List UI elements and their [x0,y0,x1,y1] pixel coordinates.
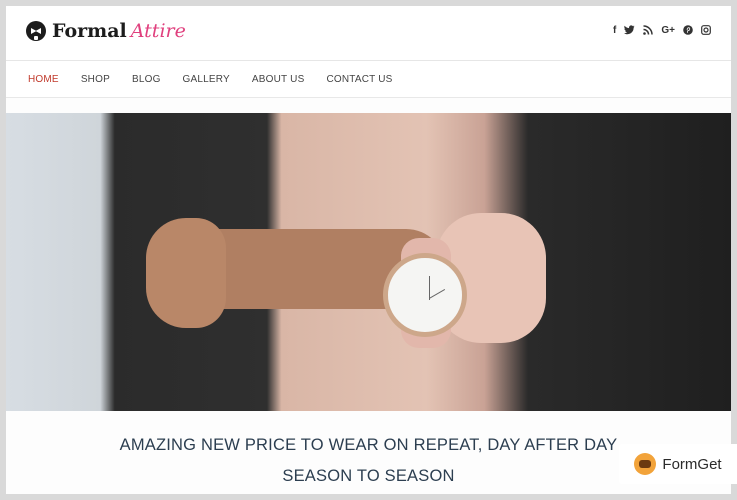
nav-item-home[interactable]: HOME [28,74,59,85]
site-header: Formal Attire f G+ [6,6,731,60]
main-navigation: HOME SHOP BLOG GALLERY ABOUT US CONTACT … [6,61,731,98]
hero-image [6,113,731,411]
nav-item-blog[interactable]: BLOG [132,74,161,85]
hero-hand [146,218,226,328]
watch-hour-hand [429,289,446,299]
pinterest-icon[interactable] [683,25,693,39]
formget-badge[interactable]: FormGet [619,444,737,484]
rss-icon[interactable] [643,25,654,39]
watch-icon [383,253,467,337]
logo-word-formal: Formal [52,20,127,42]
bowtie-icon [26,21,46,41]
nav-item-shop[interactable]: SHOP [81,74,110,85]
google-plus-icon[interactable]: G+ [661,25,675,39]
formget-mascot-icon [634,453,657,475]
nav-item-contact-us[interactable]: CONTACT US [326,74,392,85]
twitter-icon[interactable] [624,25,635,39]
instagram-icon[interactable] [701,25,711,39]
nav-item-about-us[interactable]: ABOUT US [252,74,305,85]
facebook-icon[interactable]: f [613,25,616,39]
nav-item-gallery[interactable]: GALLERY [183,74,230,85]
social-links: f G+ [613,25,711,39]
theme-preview-frame: Formal Attire f G+ HOME SHOP BLOG GALLER… [6,6,731,494]
logo-word-attire: Attire [130,20,186,42]
site-logo[interactable]: Formal Attire [26,20,186,42]
formget-badge-text: FormGet [662,455,722,473]
